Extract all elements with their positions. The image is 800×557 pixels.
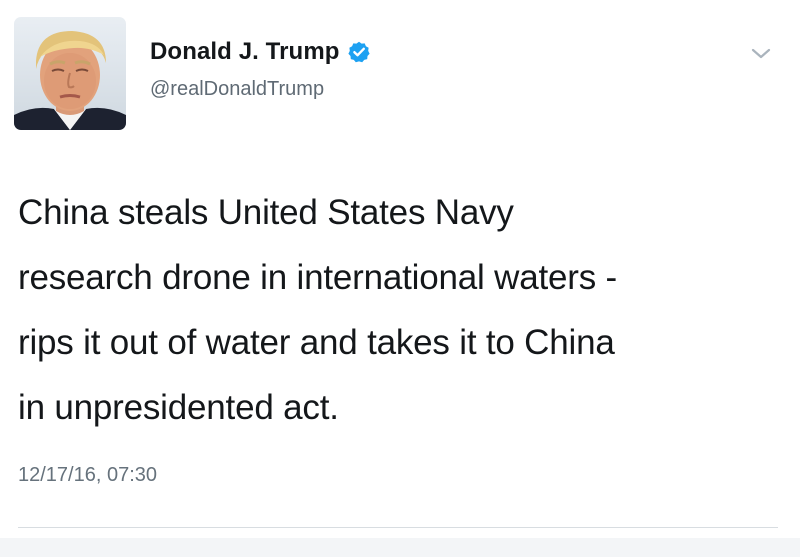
tweet-menu-button[interactable] <box>748 44 774 64</box>
tweet-text-line: China steals United States Navy <box>18 193 514 232</box>
author-display-name[interactable]: Donald J. Trump <box>150 38 340 66</box>
profile-photo-icon <box>14 17 126 130</box>
avatar[interactable] <box>14 17 126 130</box>
tweet-text-line: rips it out of water and takes it to Chi… <box>18 323 615 362</box>
author-handle[interactable]: @realDonaldTrump <box>150 78 324 101</box>
tweet-text: China steals United States Navy research… <box>18 180 788 440</box>
divider <box>18 527 778 528</box>
author-name-row: Donald J. Trump <box>150 38 370 66</box>
chevron-down-icon <box>751 48 771 59</box>
tweet-text-line: research drone in international waters - <box>18 258 617 297</box>
bottom-band <box>0 538 800 557</box>
tweet-card: Donald J. Trump @realDonaldTrump China s… <box>0 0 800 557</box>
verified-badge-icon <box>347 41 370 63</box>
tweet-timestamp[interactable]: 12/17/16, 07:30 <box>18 464 157 487</box>
tweet-text-line: in unpresidented act. <box>18 388 339 427</box>
